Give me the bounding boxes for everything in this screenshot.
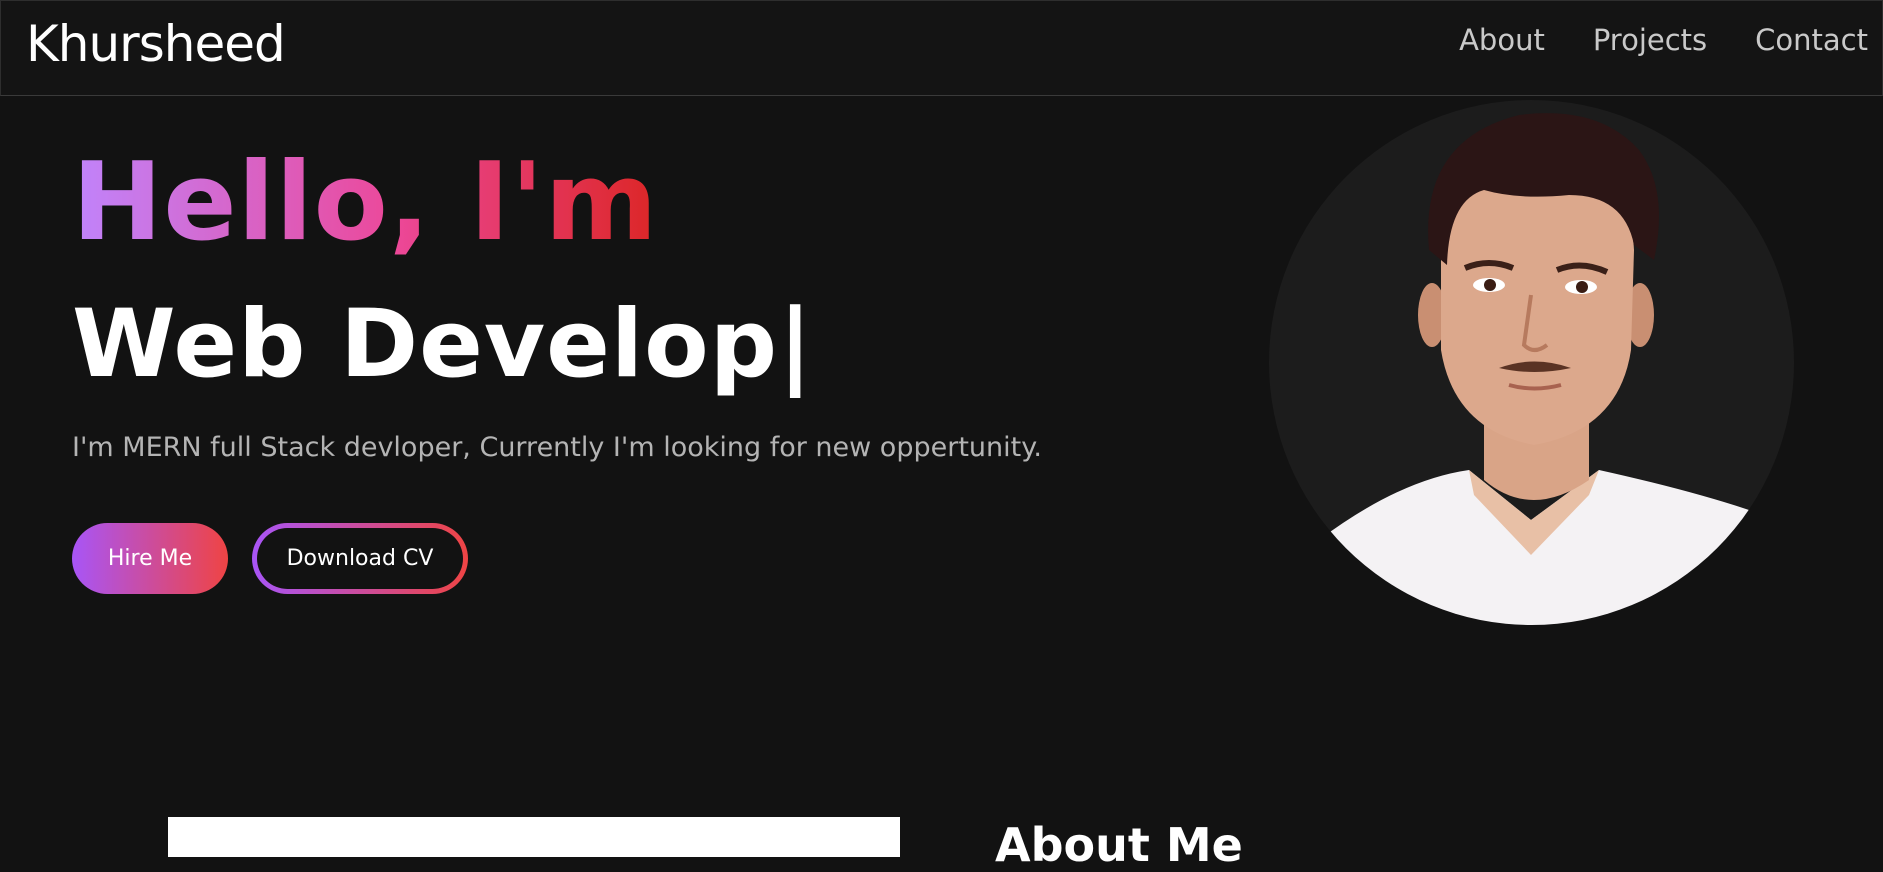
hero-role-typewriter: Web Develop|: [72, 290, 814, 399]
profile-portrait-illustration: [1269, 113, 1794, 625]
navbar: Khursheed About Projects Contact: [0, 0, 1883, 96]
about-title: About Me: [995, 818, 1243, 872]
profile-photo: [1269, 100, 1794, 625]
hero-greeting: Hello, I'm: [72, 140, 659, 265]
nav-links: About Projects Contact: [1459, 23, 1868, 57]
brand-logo[interactable]: Khursheed: [26, 15, 286, 73]
hire-me-button[interactable]: Hire Me: [72, 523, 228, 594]
hero-tagline: I'm MERN full Stack devloper, Currently …: [72, 432, 1042, 463]
nav-link-contact[interactable]: Contact: [1755, 23, 1868, 57]
about-image: [168, 817, 900, 857]
nav-link-projects[interactable]: Projects: [1593, 23, 1707, 57]
nav-link-about[interactable]: About: [1459, 23, 1545, 57]
download-cv-button[interactable]: Download CV: [252, 523, 468, 594]
